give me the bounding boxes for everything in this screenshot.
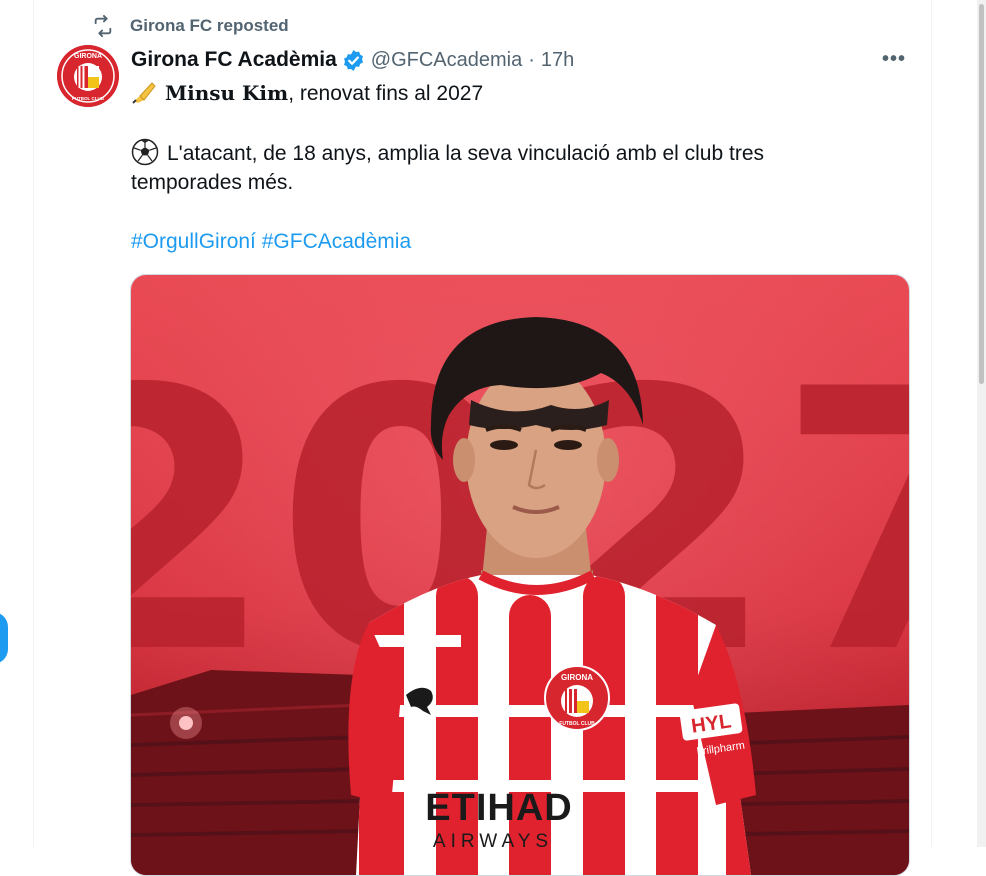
hashtag-orgullgironi[interactable]: #OrgullGironí bbox=[131, 230, 256, 253]
tweet-timestamp[interactable]: 17h bbox=[541, 49, 574, 72]
avatar-text-bottom: FUTBOL CLUB bbox=[72, 96, 105, 101]
author-display-name[interactable]: Girona FC Acadèmia bbox=[131, 48, 337, 72]
more-options-button[interactable]: ••• bbox=[879, 46, 909, 72]
writing-hand-emoji-icon bbox=[132, 82, 156, 104]
tweet-line-1-rest: , renovat fins al 2027 bbox=[288, 82, 484, 105]
scrollbar-thumb[interactable] bbox=[979, 4, 984, 384]
player-name: 𝐌𝐢𝐧𝐬𝐮 𝐊𝐢𝐦 bbox=[165, 81, 289, 105]
header-separator: · bbox=[528, 48, 535, 71]
shirt-sponsor-subtext: AIRWAYS bbox=[433, 831, 553, 852]
tweet-media-image[interactable]: 2027 bbox=[130, 274, 910, 876]
soccer-ball-emoji-icon bbox=[131, 138, 159, 166]
shirt-crest-subtext: FUTBOL CLUB bbox=[559, 721, 595, 727]
tweet-hashtags: #OrgullGironí #GFCAcadèmia bbox=[131, 227, 411, 257]
more-icon: ••• bbox=[881, 47, 906, 70]
avatar-text-top: GIRONA bbox=[74, 53, 102, 60]
author-handle[interactable]: @GFCAcademia bbox=[371, 49, 522, 72]
tweet-line-3: temporades més. bbox=[131, 168, 293, 198]
timeline-border-left bbox=[33, 0, 34, 847]
shirt-sponsor-text: ETIHAD bbox=[425, 787, 572, 829]
tweet-line-3-text: temporades més. bbox=[131, 171, 294, 194]
compose-button[interactable] bbox=[0, 612, 8, 664]
tweet-line-1: 𝐌𝐢𝐧𝐬𝐮 𝐊𝐢𝐦, renovat fins al 2027 bbox=[131, 78, 483, 109]
timeline-border-right bbox=[931, 0, 932, 847]
shirt-crest-text: GIRONA bbox=[561, 673, 593, 682]
repost-label: Girona FC reposted bbox=[130, 16, 289, 35]
repost-context[interactable]: Girona FC reposted bbox=[92, 14, 289, 38]
avatar[interactable]: GIRONA FUTBOL CLUB bbox=[57, 45, 119, 107]
repost-icon bbox=[94, 15, 112, 37]
tweet-line-2-text: L'atacant, de 18 anys, amplia la seva vi… bbox=[167, 142, 765, 165]
hashtag-gfcacademia[interactable]: #GFCAcadèmia bbox=[262, 230, 411, 253]
girona-crest-avatar: GIRONA FUTBOL CLUB bbox=[57, 45, 119, 107]
player-announcement-graphic: 2027 bbox=[131, 275, 909, 875]
tweet-header: Girona FC Acadèmia @GFCAcademia · 17h bbox=[131, 46, 574, 74]
verified-badge-icon[interactable] bbox=[342, 49, 365, 72]
tweet-line-2: L'atacant, de 18 anys, amplia la seva vi… bbox=[131, 138, 764, 169]
